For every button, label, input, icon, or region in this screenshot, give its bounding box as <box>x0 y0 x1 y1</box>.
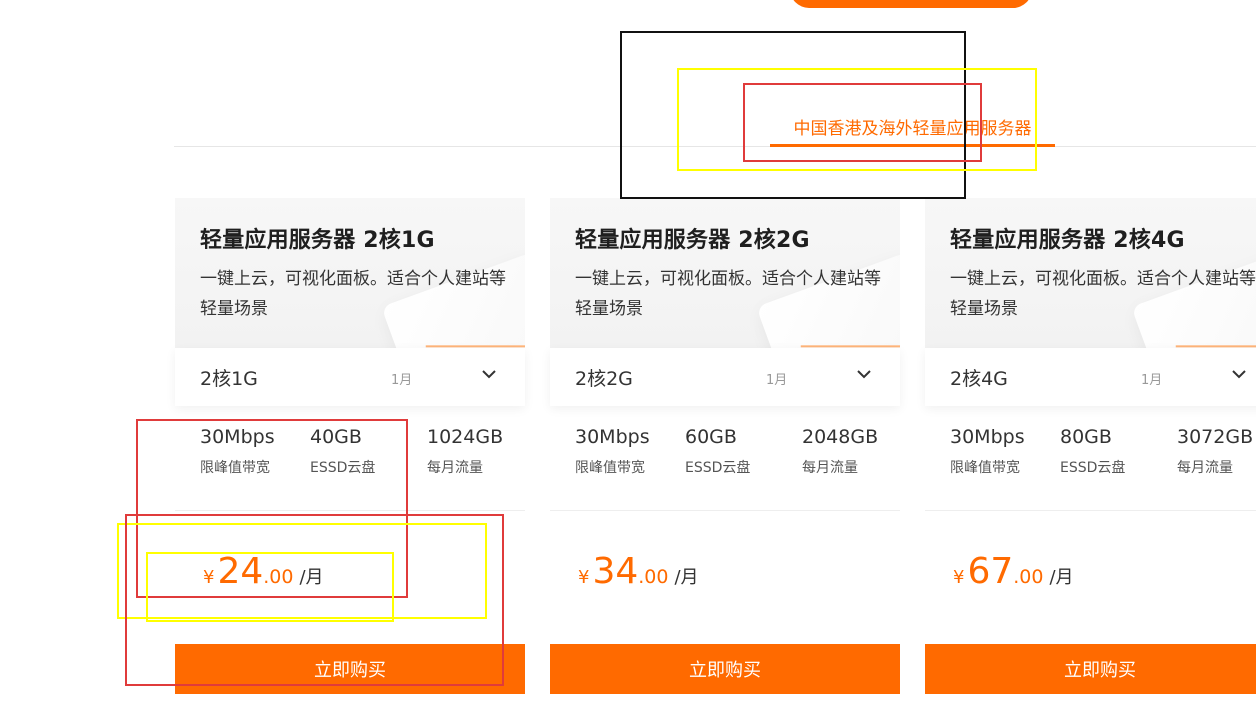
tab-label: 中国香港及海外轻量应用服务器 <box>793 118 1032 139</box>
price-integer: 24 <box>217 551 264 592</box>
card-description: 一键上云，可视化面板。适合个人建站等轻量场景 <box>950 269 1256 319</box>
top-banner-button[interactable] <box>790 0 1032 8</box>
spec-traffic: 1024GB 每月流量 <box>427 426 503 477</box>
price: ¥ 67 .00 /月 <box>953 554 1074 602</box>
card-divider <box>550 510 900 511</box>
chevron-down-icon <box>857 370 871 379</box>
card-divider <box>175 510 525 511</box>
product-card-2c4g: 轻量应用服务器 2核4G 一键上云，可视化面板。适合个人建站等轻量场景 2核4G… <box>925 198 1256 694</box>
spec-label: 限峰值带宽 <box>950 460 1020 476</box>
card-title: 轻量应用服务器 2核1G <box>200 228 435 253</box>
spec-label: 限峰值带宽 <box>200 460 270 476</box>
product-card-2c1g: 轻量应用服务器 2核1G 一键上云，可视化面板。适合个人建站等轻量场景 2核1G… <box>175 198 525 694</box>
selector-period: 1月 <box>1141 373 1163 388</box>
spec-value: 3072GB <box>1177 426 1254 448</box>
chevron-down-icon <box>482 370 496 379</box>
spec-value: 30Mbps <box>575 426 650 448</box>
spec-value: 1024GB <box>427 426 504 448</box>
spec-bandwidth: 30Mbps 限峰值带宽 <box>200 426 275 477</box>
spec-selector-dropdown[interactable]: 2核1G 1月 <box>175 348 525 406</box>
spec-value: 40GB <box>310 426 362 448</box>
product-card-2c2g: 轻量应用服务器 2核2G 一键上云，可视化面板。适合个人建站等轻量场景 2核2G… <box>550 198 900 694</box>
spec-traffic: 3072GB 每月流量 <box>1177 426 1253 477</box>
spec-value: 30Mbps <box>200 426 275 448</box>
price-decimal: .00 <box>1013 566 1044 588</box>
spec-list: 30Mbps 限峰值带宽 40GB ESSD云盘 1024GB 每月流量 <box>200 426 520 486</box>
price-integer: 34 <box>592 551 639 592</box>
spec-list: 30Mbps 限峰值带宽 80GB ESSD云盘 3072GB 每月流量 <box>950 426 1256 486</box>
spec-value: 30Mbps <box>950 426 1025 448</box>
price-unit: /月 <box>674 567 699 588</box>
price-decimal: .00 <box>263 566 294 588</box>
card-description: 一键上云，可视化面板。适合个人建站等轻量场景 <box>575 269 881 319</box>
card-header: 轻量应用服务器 2核2G 一键上云，可视化面板。适合个人建站等轻量场景 <box>550 198 900 348</box>
spec-label: 每月流量 <box>427 460 483 476</box>
price-currency: ¥ <box>953 567 965 588</box>
spec-label: 每月流量 <box>802 460 858 476</box>
price-currency: ¥ <box>578 567 590 588</box>
spec-bandwidth: 30Mbps 限峰值带宽 <box>575 426 650 477</box>
price: ¥ 34 .00 /月 <box>578 554 699 602</box>
card-description: 一键上云，可视化面板。适合个人建站等轻量场景 <box>200 269 506 319</box>
spec-traffic: 2048GB 每月流量 <box>802 426 878 477</box>
spec-value: 80GB <box>1060 426 1112 448</box>
spec-label: ESSD云盘 <box>1060 460 1126 476</box>
spec-disk: 60GB ESSD云盘 <box>685 426 750 477</box>
card-header: 轻量应用服务器 2核4G 一键上云，可视化面板。适合个人建站等轻量场景 <box>925 198 1256 348</box>
spec-label: ESSD云盘 <box>310 460 376 476</box>
spec-value: 60GB <box>685 426 737 448</box>
price-unit: /月 <box>1049 567 1074 588</box>
card-divider <box>925 510 1256 511</box>
price: ¥ 24 .00 /月 <box>203 554 324 602</box>
card-title: 轻量应用服务器 2核4G <box>950 228 1185 253</box>
spec-label: 每月流量 <box>1177 460 1233 476</box>
spec-list: 30Mbps 限峰值带宽 60GB ESSD云盘 2048GB 每月流量 <box>575 426 895 486</box>
price-unit: /月 <box>299 567 324 588</box>
chevron-down-icon <box>1232 370 1246 379</box>
active-tab-indicator <box>770 144 1055 147</box>
spec-label: 限峰值带宽 <box>575 460 645 476</box>
spec-value: 2048GB <box>802 426 879 448</box>
selector-value: 2核1G <box>200 368 258 390</box>
spec-bandwidth: 30Mbps 限峰值带宽 <box>950 426 1025 477</box>
price-currency: ¥ <box>203 567 215 588</box>
selector-value: 2核4G <box>950 368 1008 390</box>
tab-hongkong-overseas[interactable]: 中国香港及海外轻量应用服务器 <box>770 106 1055 146</box>
spec-disk: 80GB ESSD云盘 <box>1060 426 1125 477</box>
price-integer: 67 <box>967 551 1014 592</box>
selector-value: 2核2G <box>575 368 633 390</box>
spec-label: ESSD云盘 <box>685 460 751 476</box>
tab-bar-divider <box>174 146 1256 147</box>
spec-disk: 40GB ESSD云盘 <box>310 426 375 477</box>
spec-selector-dropdown[interactable]: 2核2G 1月 <box>550 348 900 406</box>
buy-now-button[interactable]: 立即购买 <box>550 644 900 694</box>
spec-selector-dropdown[interactable]: 2核4G 1月 <box>925 348 1256 406</box>
price-decimal: .00 <box>638 566 669 588</box>
card-title: 轻量应用服务器 2核2G <box>575 228 810 253</box>
buy-now-button[interactable]: 立即购买 <box>175 644 525 694</box>
selector-period: 1月 <box>766 373 788 388</box>
selector-period: 1月 <box>391 373 413 388</box>
card-header: 轻量应用服务器 2核1G 一键上云，可视化面板。适合个人建站等轻量场景 <box>175 198 525 348</box>
buy-now-button[interactable]: 立即购买 <box>925 644 1256 694</box>
